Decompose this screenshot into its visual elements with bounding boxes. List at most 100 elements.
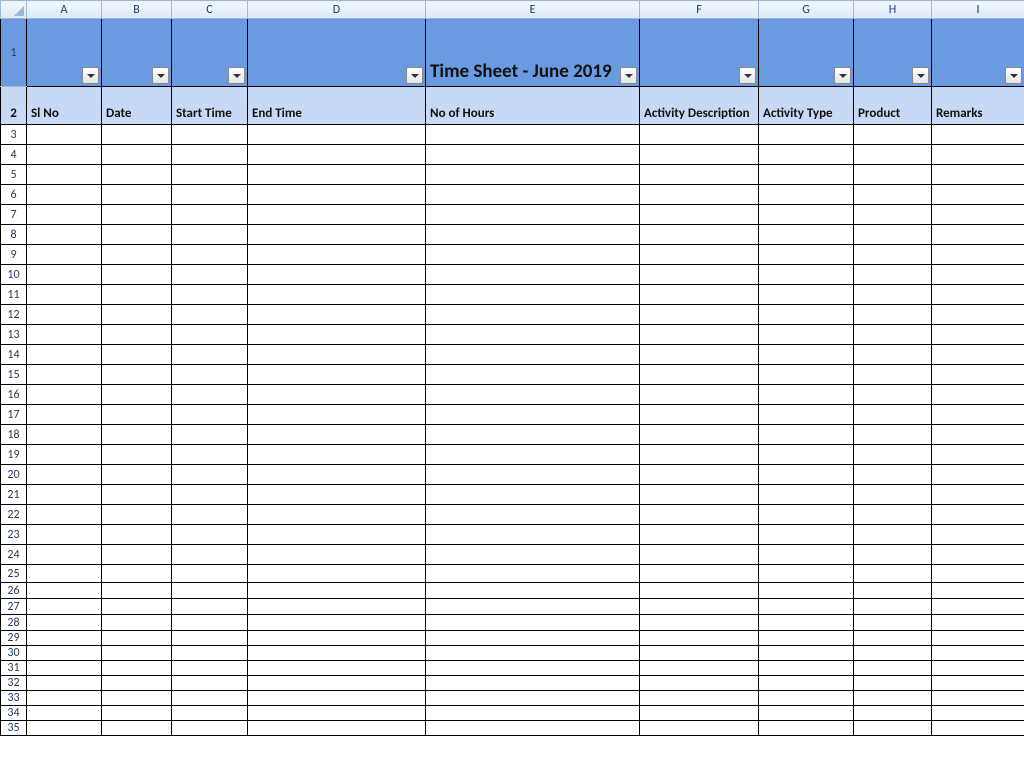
cell-G16[interactable] [759,385,854,405]
cell-E6[interactable] [426,185,640,205]
cell-F12[interactable] [640,305,759,325]
cell-D27[interactable] [248,599,426,615]
cell-D33[interactable] [248,691,426,706]
cell-B25[interactable] [102,565,172,583]
cell-E4[interactable] [426,145,640,165]
cell-G4[interactable] [759,145,854,165]
cell-F26[interactable] [640,583,759,599]
cell-D30[interactable] [248,646,426,661]
cell-I3[interactable] [932,125,1024,145]
cell-F23[interactable] [640,525,759,545]
cell-H19[interactable] [854,445,932,465]
row-header-29[interactable]: 29 [1,631,27,646]
cell-C6[interactable] [172,185,248,205]
cell-I34[interactable] [932,706,1024,721]
cell-F31[interactable] [640,661,759,676]
cell-F32[interactable] [640,676,759,691]
row-header-4[interactable]: 4 [1,145,27,165]
row-header-5[interactable]: 5 [1,165,27,185]
row-header-23[interactable]: 23 [1,525,27,545]
cell-B31[interactable] [102,661,172,676]
row-header-33[interactable]: 33 [1,691,27,706]
row-header-8[interactable]: 8 [1,225,27,245]
cell-I12[interactable] [932,305,1024,325]
cell-C27[interactable] [172,599,248,615]
filter-button-D[interactable] [406,67,423,84]
cell-G33[interactable] [759,691,854,706]
cell-D13[interactable] [248,325,426,345]
cell-D19[interactable] [248,445,426,465]
cell-C33[interactable] [172,691,248,706]
cell-G23[interactable] [759,525,854,545]
cell-D16[interactable] [248,385,426,405]
row-header-11[interactable]: 11 [1,285,27,305]
cell-A6[interactable] [27,185,102,205]
row-header-13[interactable]: 13 [1,325,27,345]
row-header-15[interactable]: 15 [1,365,27,385]
cell-I19[interactable] [932,445,1024,465]
cell-A3[interactable] [27,125,102,145]
cell-D14[interactable] [248,345,426,365]
cell-B30[interactable] [102,646,172,661]
column-header-A[interactable]: A [27,1,102,19]
cell-I9[interactable] [932,245,1024,265]
cell-I18[interactable] [932,425,1024,445]
cell-B6[interactable] [102,185,172,205]
cell-I11[interactable] [932,285,1024,305]
cell-C18[interactable] [172,425,248,445]
header-cell-C[interactable]: Start Time [172,87,248,125]
cell-A33[interactable] [27,691,102,706]
cell-H33[interactable] [854,691,932,706]
cell-C34[interactable] [172,706,248,721]
cell-F16[interactable] [640,385,759,405]
cell-G20[interactable] [759,465,854,485]
cell-E5[interactable] [426,165,640,185]
cell-F33[interactable] [640,691,759,706]
cell-A8[interactable] [27,225,102,245]
cell-D15[interactable] [248,365,426,385]
cell-B29[interactable] [102,631,172,646]
cell-A12[interactable] [27,305,102,325]
filter-button-A[interactable] [82,67,99,84]
cell-G22[interactable] [759,505,854,525]
cell-A16[interactable] [27,385,102,405]
cell-E7[interactable] [426,205,640,225]
cell-H26[interactable] [854,583,932,599]
cell-C4[interactable] [172,145,248,165]
cell-H12[interactable] [854,305,932,325]
cell-B11[interactable] [102,285,172,305]
cell-C1[interactable] [172,19,248,87]
column-header-G[interactable]: G [759,1,854,19]
cell-H15[interactable] [854,365,932,385]
cell-E12[interactable] [426,305,640,325]
cell-E33[interactable] [426,691,640,706]
cell-E1[interactable]: Time Sheet - June 2019 [426,19,640,87]
cell-D5[interactable] [248,165,426,185]
cell-A15[interactable] [27,365,102,385]
header-cell-A[interactable]: Sl No [27,87,102,125]
cell-H30[interactable] [854,646,932,661]
column-header-I[interactable]: I [932,1,1024,19]
cell-F30[interactable] [640,646,759,661]
cell-B10[interactable] [102,265,172,285]
cell-H17[interactable] [854,405,932,425]
cell-I13[interactable] [932,325,1024,345]
cell-I33[interactable] [932,691,1024,706]
cell-F7[interactable] [640,205,759,225]
header-cell-E[interactable]: No of Hours [426,87,640,125]
cell-I28[interactable] [932,615,1024,631]
cell-F14[interactable] [640,345,759,365]
cell-C26[interactable] [172,583,248,599]
cell-C23[interactable] [172,525,248,545]
cell-A35[interactable] [27,721,102,736]
cell-A24[interactable] [27,545,102,565]
cell-C31[interactable] [172,661,248,676]
cell-D29[interactable] [248,631,426,646]
cell-C29[interactable] [172,631,248,646]
cell-G35[interactable] [759,721,854,736]
cell-G5[interactable] [759,165,854,185]
cell-F8[interactable] [640,225,759,245]
cell-I15[interactable] [932,365,1024,385]
cell-I1[interactable] [932,19,1024,87]
cell-A31[interactable] [27,661,102,676]
